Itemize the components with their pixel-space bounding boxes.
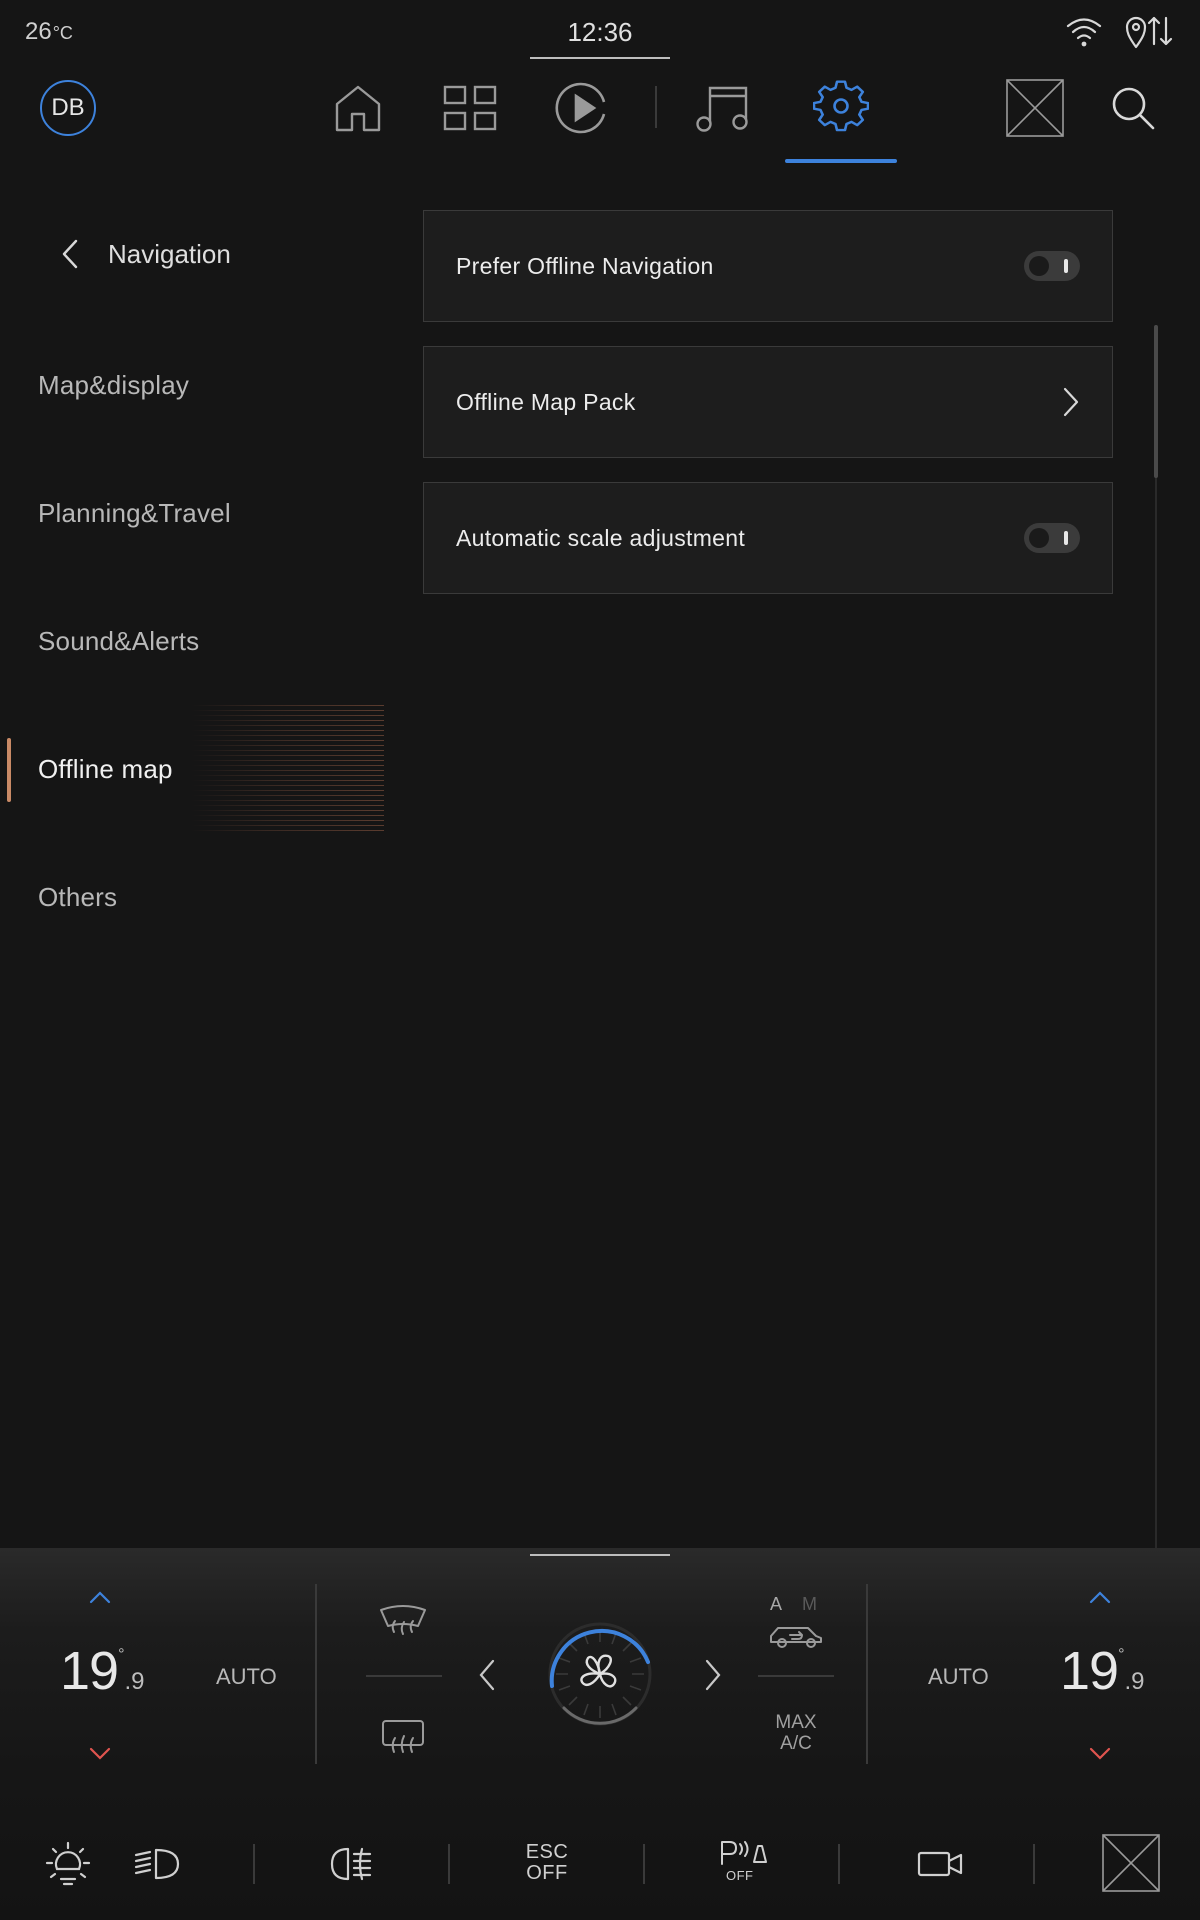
active-item-highlight — [190, 705, 384, 835]
apps-grid-icon[interactable] — [440, 78, 500, 138]
chevron-right-icon — [1063, 387, 1079, 417]
menu-item-others[interactable]: Others — [38, 882, 117, 913]
esc-off-button[interactable]: ESC OFF — [516, 1842, 578, 1884]
right-temp-down-icon[interactable] — [1088, 1746, 1112, 1765]
prefer-offline-navigation-toggle[interactable] — [1024, 251, 1080, 281]
play-icon[interactable] — [552, 78, 612, 138]
menu-item-sound-alerts[interactable]: Sound&Alerts — [38, 626, 199, 657]
settings-gear-icon[interactable] — [811, 78, 871, 138]
climate-divider — [366, 1675, 442, 1677]
left-temp-up-icon[interactable] — [88, 1590, 112, 1609]
menu-item-map-display[interactable]: Map&display — [38, 370, 189, 401]
music-note-icon[interactable] — [694, 78, 754, 138]
menu-item-offline-map[interactable]: Offline map — [38, 754, 173, 785]
climate-divider — [866, 1584, 868, 1764]
active-tab-indicator — [785, 159, 897, 163]
headlight-icon[interactable] — [128, 1836, 184, 1892]
avatar-initials: DB — [51, 94, 85, 121]
fog-light-icon[interactable] — [324, 1836, 380, 1892]
quickbar-divider — [1033, 1844, 1035, 1884]
right-temp-up-icon[interactable] — [1088, 1590, 1112, 1609]
recirc-mode-manual: M — [802, 1594, 817, 1614]
nav-divider — [655, 86, 657, 128]
brightness-icon[interactable] — [40, 1836, 96, 1892]
left-auto-mode[interactable]: AUTO — [216, 1664, 277, 1690]
location-data-icon — [1124, 14, 1176, 50]
park-assist-icon — [721, 1841, 767, 1865]
air-recirculation-icon[interactable] — [768, 1620, 824, 1655]
fan-increase-icon[interactable] — [704, 1658, 722, 1697]
active-item-indicator — [7, 738, 11, 802]
left-temp-down-icon[interactable] — [88, 1746, 112, 1765]
max-ac-button[interactable]: MAX A/C — [768, 1712, 824, 1754]
scrollbar-thumb[interactable] — [1154, 325, 1158, 478]
image-placeholder-icon[interactable] — [1102, 1834, 1160, 1897]
park-assist-off-label: OFF — [726, 1868, 754, 1883]
climate-divider — [758, 1675, 834, 1677]
front-defrost-icon[interactable] — [378, 1604, 428, 1643]
rear-defrost-icon[interactable] — [380, 1718, 426, 1759]
section-title: Navigation — [108, 238, 231, 269]
camera-icon[interactable] — [912, 1836, 968, 1892]
wifi-icon — [1064, 14, 1104, 50]
quickbar-divider — [448, 1844, 450, 1884]
quickbar-divider — [643, 1844, 645, 1884]
home-icon[interactable] — [328, 78, 388, 138]
user-avatar[interactable]: DB — [40, 80, 96, 136]
search-icon[interactable] — [1103, 78, 1163, 138]
climate-drag-handle[interactable] — [530, 1554, 670, 1556]
back-button[interactable]: Navigation — [60, 232, 231, 276]
quickbar-divider — [838, 1844, 840, 1884]
recirc-mode-auto: A — [770, 1594, 783, 1614]
scrollbar-track[interactable] — [1155, 325, 1157, 1550]
setting-label: Automatic scale adjustment — [456, 524, 746, 551]
clock: 12:36 — [567, 17, 633, 47]
climate-divider — [315, 1584, 317, 1764]
right-temperature: 19°.9 — [1060, 1641, 1145, 1701]
park-assist-off-button[interactable]: OFF — [716, 1838, 768, 1890]
fan-speed-dial[interactable] — [544, 1618, 656, 1735]
outside-temperature: 26°C — [25, 18, 73, 45]
quickbar-divider — [253, 1844, 255, 1884]
menu-item-planning-travel[interactable]: Planning&Travel — [38, 498, 231, 529]
image-placeholder-icon[interactable] — [1005, 78, 1065, 138]
setting-label: Offline Map Pack — [456, 388, 636, 415]
fan-decrease-icon[interactable] — [478, 1658, 496, 1697]
status-divider — [530, 57, 670, 59]
left-temperature: 19°.9 — [60, 1641, 145, 1701]
prefer-offline-navigation-row[interactable]: Prefer Offline Navigation — [423, 210, 1113, 322]
automatic-scale-adjustment-toggle[interactable] — [1024, 523, 1080, 553]
automatic-scale-adjustment-row[interactable]: Automatic scale adjustment — [423, 482, 1113, 594]
setting-label: Prefer Offline Navigation — [456, 252, 714, 279]
offline-map-pack-row[interactable]: Offline Map Pack — [423, 346, 1113, 458]
right-auto-mode[interactable]: AUTO — [928, 1664, 989, 1690]
chevron-left-icon — [62, 239, 78, 269]
